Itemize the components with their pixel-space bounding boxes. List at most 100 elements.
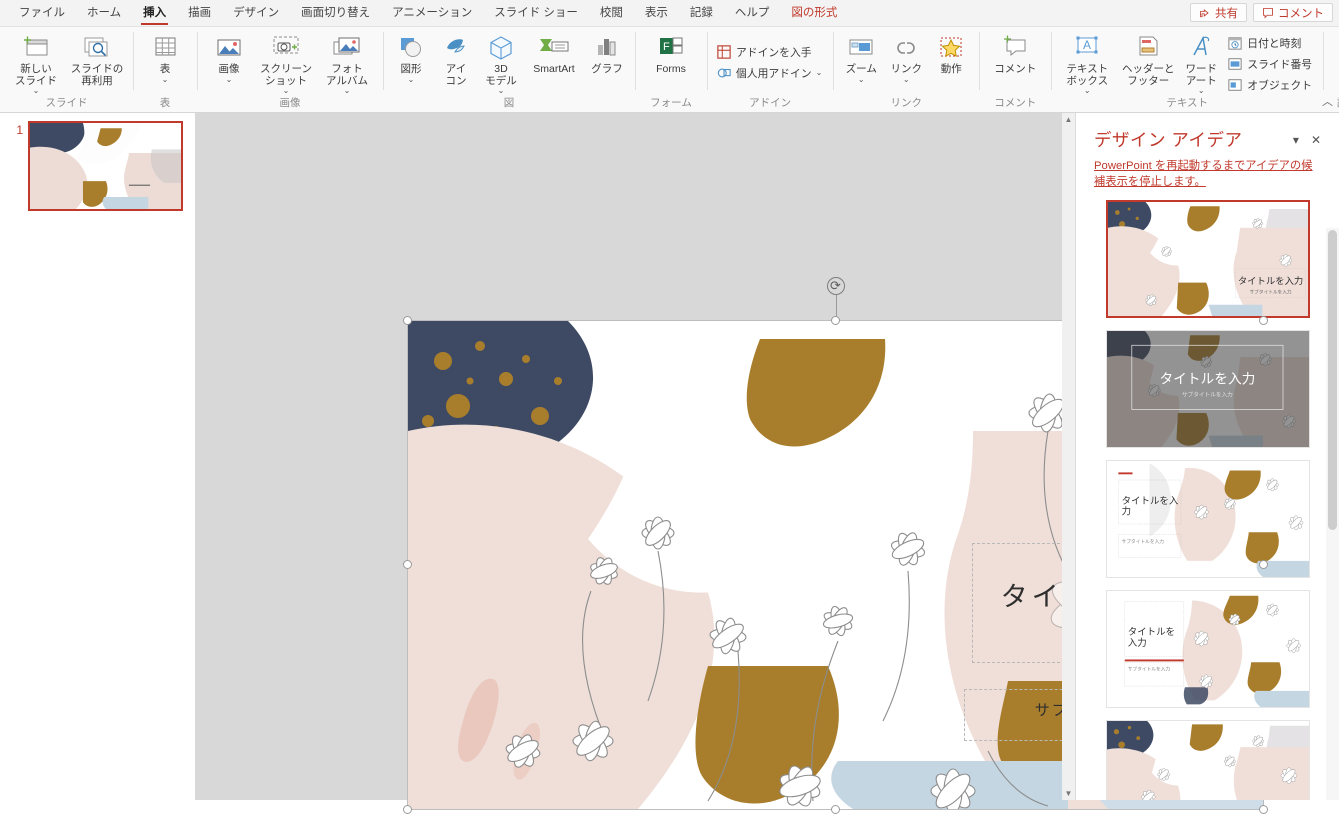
tab-picture-format[interactable]: 図の形式 [780, 0, 848, 26]
zoom-button[interactable]: ズーム ⌄ [839, 30, 883, 84]
tab-file[interactable]: ファイル [8, 0, 76, 26]
chevron-down-icon[interactable]: ⌄ [858, 75, 865, 84]
my-addins-button[interactable]: 個人用アドイン ⌄ [713, 63, 827, 83]
chevron-down-icon[interactable]: ⌄ [816, 69, 823, 77]
action-button[interactable]: 動作 [929, 30, 973, 76]
object-icon [1227, 77, 1243, 93]
idea-card-4[interactable]: タイトルを 入力 サブタイトルを入力 [1105, 590, 1310, 708]
rotate-handle-icon[interactable]: ⟳ [826, 277, 845, 295]
design-ideas-notice[interactable]: PowerPoint を再起動するまでアイデアの候補表示を停止します。 [1076, 154, 1339, 200]
tab-home[interactable]: ホーム [76, 0, 132, 26]
svg-text:力: 力 [1121, 505, 1130, 517]
model3d-label: 3D モデル [485, 63, 517, 87]
tab-help[interactable]: ヘルプ [724, 0, 781, 26]
new-comment-button[interactable]: コメント [985, 30, 1045, 76]
equation-button[interactable]: 数式 ⌄ [1329, 30, 1339, 84]
idea-card-5[interactable] [1105, 720, 1310, 800]
wordart-button[interactable]: ワード アート ⌄ [1179, 30, 1223, 95]
comment-label: コメント [1278, 7, 1324, 20]
idea-card-2[interactable]: タイトルを入力 サブタイトルを入力 [1105, 330, 1310, 448]
chevron-down-icon[interactable]: ⌄ [283, 87, 290, 95]
comment-button[interactable]: コメント [1253, 3, 1333, 22]
forms-button[interactable]: F Forms [641, 30, 701, 76]
shapes-button[interactable]: 図形 ⌄ [389, 30, 433, 84]
screenshot-button[interactable]: スクリーン ショット ⌄ [256, 30, 316, 95]
thumbnail-slide-1[interactable] [28, 121, 183, 211]
reuse-slides-button[interactable]: スライドの 再利用 [67, 30, 127, 87]
collapse-ribbon-icon[interactable]: ︿ [1322, 93, 1333, 109]
table-label: 表 [159, 63, 171, 75]
text-box-button[interactable]: A テキスト ボックス ⌄ [1057, 30, 1117, 95]
text-box-label: テキスト ボックス [1066, 63, 1109, 87]
icons-button[interactable]: アイ コン [434, 30, 478, 87]
model3d-button[interactable]: 3D モデル ⌄ [479, 30, 523, 95]
chevron-down-icon[interactable]: ⌄ [344, 87, 351, 95]
forms-label: Forms [656, 63, 686, 75]
shapes-icon [396, 33, 426, 63]
resize-handle-bottom-center[interactable] [830, 805, 840, 814]
chevron-down-icon[interactable]: ⌄ [226, 75, 233, 84]
ribbon-group-images: 画像 ⌄ スクリーン ショット ⌄ フォト アルバム ⌄ 画像 [197, 27, 383, 112]
photo-album-button[interactable]: フォト アルバム ⌄ [317, 30, 377, 95]
idea-card-1[interactable]: タイトルを入力 サブタイトルを入力 [1105, 200, 1310, 318]
link-button[interactable]: リンク ⌄ [884, 30, 928, 84]
new-slide-icon [21, 33, 51, 63]
chevron-down-icon[interactable]: ⌄ [1084, 87, 1091, 95]
chevron-down-icon[interactable]: ⌄ [903, 75, 910, 84]
tab-insert[interactable]: 挿入 [132, 0, 177, 26]
chevron-down-icon[interactable]: ⌄ [33, 87, 40, 95]
date-time-button[interactable]: 日付と時刻 [1224, 33, 1317, 53]
tab-draw[interactable]: 描画 [177, 0, 222, 26]
slide-thumbnail-pane: 1 [0, 113, 196, 800]
object-button[interactable]: オブジェクト [1224, 75, 1317, 95]
svg-text:入力: 入力 [1127, 637, 1146, 649]
idea-card-3[interactable]: タイトルを入 力 サブタイトルを入力 [1105, 460, 1310, 578]
chart-button[interactable]: グラフ [585, 30, 629, 76]
tab-slideshow[interactable]: スライド ショー [483, 0, 589, 26]
resize-handle-top-right[interactable] [1259, 316, 1268, 325]
ribbon-group-table: 表 ⌄ 表 [133, 27, 197, 112]
resize-handle-top-center[interactable] [830, 316, 840, 325]
tab-view[interactable]: 表示 [634, 0, 679, 26]
get-addins-button[interactable]: アドインを入手 [713, 42, 827, 62]
chevron-down-icon[interactable]: ⌄ [1198, 87, 1205, 95]
tab-review[interactable]: 校閲 [589, 0, 634, 26]
text-box-icon: A [1071, 33, 1103, 63]
new-slide-button[interactable]: 新しい スライド ⌄ [6, 30, 66, 95]
header-footer-label: ヘッダーと フッター [1122, 63, 1175, 87]
slide-canvas[interactable]: ⟳ ▲ ▼ [196, 113, 1268, 814]
tab-design[interactable]: デザイン [222, 0, 290, 26]
thumbnail-row-1[interactable]: 1 [0, 121, 195, 211]
resize-handle-bottom-left[interactable] [403, 805, 412, 814]
zoom-label: ズーム [845, 63, 877, 75]
table-button[interactable]: 表 ⌄ [139, 30, 191, 84]
resize-handle-top-left[interactable] [403, 316, 412, 325]
design-ideas-scroll-thumb[interactable] [1328, 230, 1337, 530]
resize-handle-middle-right[interactable] [1259, 560, 1268, 569]
action-icon [936, 33, 966, 63]
picture-button[interactable]: 画像 ⌄ [203, 30, 255, 84]
svg-text:タイトルを入力: タイトルを入力 [1159, 371, 1255, 386]
resize-handle-middle-left[interactable] [403, 560, 412, 569]
close-icon[interactable]: ✕ [1305, 131, 1327, 149]
design-ideas-scrollbar[interactable] [1326, 228, 1339, 800]
tab-transitions[interactable]: 画面切り替え [290, 0, 381, 26]
comment-icon [1262, 7, 1274, 19]
share-button[interactable]: 共有 [1190, 3, 1247, 22]
resize-handle-bottom-right[interactable] [1259, 805, 1268, 814]
canvas-vertical-scrollbar[interactable]: ▲ ▼ [1062, 113, 1075, 800]
scroll-up-icon[interactable]: ▲ [1062, 113, 1075, 126]
screenshot-icon [270, 33, 302, 63]
tab-animations[interactable]: アニメーション [381, 0, 483, 26]
smartart-button[interactable]: SmartArt [524, 30, 584, 76]
chevron-down-icon[interactable]: ⌄ [498, 87, 505, 95]
header-footer-button[interactable]: ヘッダーと フッター [1118, 30, 1178, 87]
tab-record[interactable]: 記録 [679, 0, 724, 26]
chevron-down-icon[interactable]: ⌄ [162, 75, 169, 84]
svg-text:F: F [663, 41, 670, 53]
scroll-down-icon[interactable]: ▼ [1062, 787, 1075, 800]
smartart-label: SmartArt [533, 63, 575, 75]
slide-number-button[interactable]: スライド番号 [1224, 54, 1317, 74]
chevron-down-icon[interactable]: ▾ [1287, 131, 1305, 149]
chevron-down-icon[interactable]: ⌄ [408, 75, 415, 84]
